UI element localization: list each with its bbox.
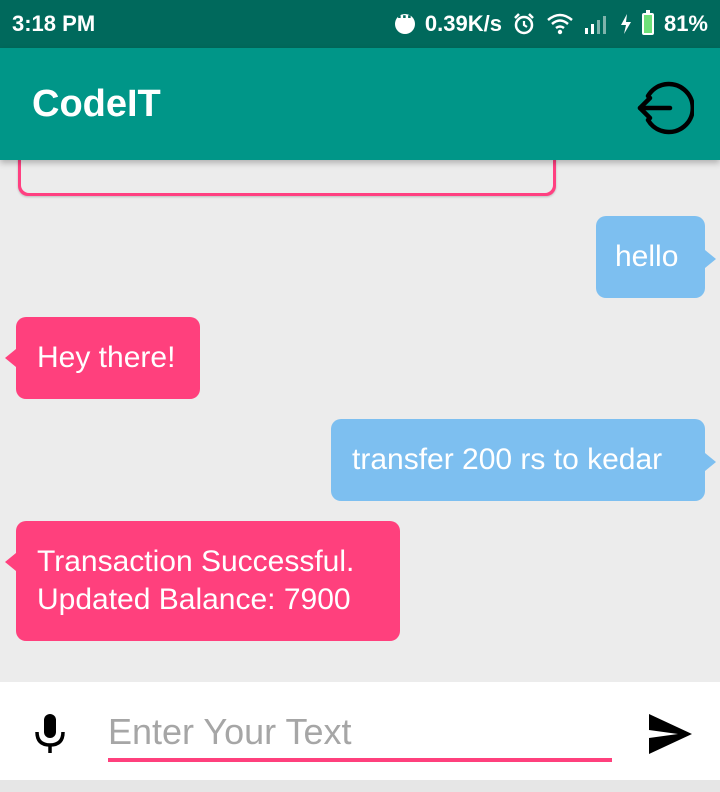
microphone-icon[interactable] xyxy=(32,712,68,756)
app-bar: CodeIT xyxy=(0,48,720,160)
status-time: 3:18 PM xyxy=(12,11,96,36)
bottom-edge xyxy=(0,780,720,792)
wifi-icon xyxy=(547,13,573,35)
message-text-line: Transaction Successful. xyxy=(37,545,355,578)
signal-icon xyxy=(584,16,606,34)
charging-icon xyxy=(620,14,631,34)
status-bar: 3:18 PM 0.39K/s 81% xyxy=(0,0,720,48)
message-text: Hey there! xyxy=(37,341,176,374)
notification-dots-icon xyxy=(394,7,415,34)
bot-message: Hey there! xyxy=(5,317,200,399)
message-text: transfer 200 rs to kedar xyxy=(352,443,663,476)
status-icons: 0.39K/s 81% xyxy=(394,7,708,37)
net-speed: 0.39K/s xyxy=(424,11,502,36)
message-input[interactable] xyxy=(108,706,612,762)
alarm-icon xyxy=(514,13,534,35)
app-title: CodeIT xyxy=(32,83,161,125)
message-text-line: Updated Balance: 7900 xyxy=(37,583,351,616)
user-message: transfer 200 rs to kedar xyxy=(331,419,716,501)
bot-message: Transaction Successful. Updated Balance:… xyxy=(5,521,400,641)
user-message: hello xyxy=(596,216,716,298)
message-text: hello xyxy=(615,240,679,273)
message-input-bar xyxy=(0,682,720,780)
battery-icon xyxy=(641,10,654,35)
chat-message-list[interactable]: hello Hey there! transfer 200 rs to keda… xyxy=(0,150,720,682)
battery-percent: 81% xyxy=(663,11,708,36)
send-icon[interactable] xyxy=(646,712,694,756)
logout-icon[interactable] xyxy=(634,78,694,138)
